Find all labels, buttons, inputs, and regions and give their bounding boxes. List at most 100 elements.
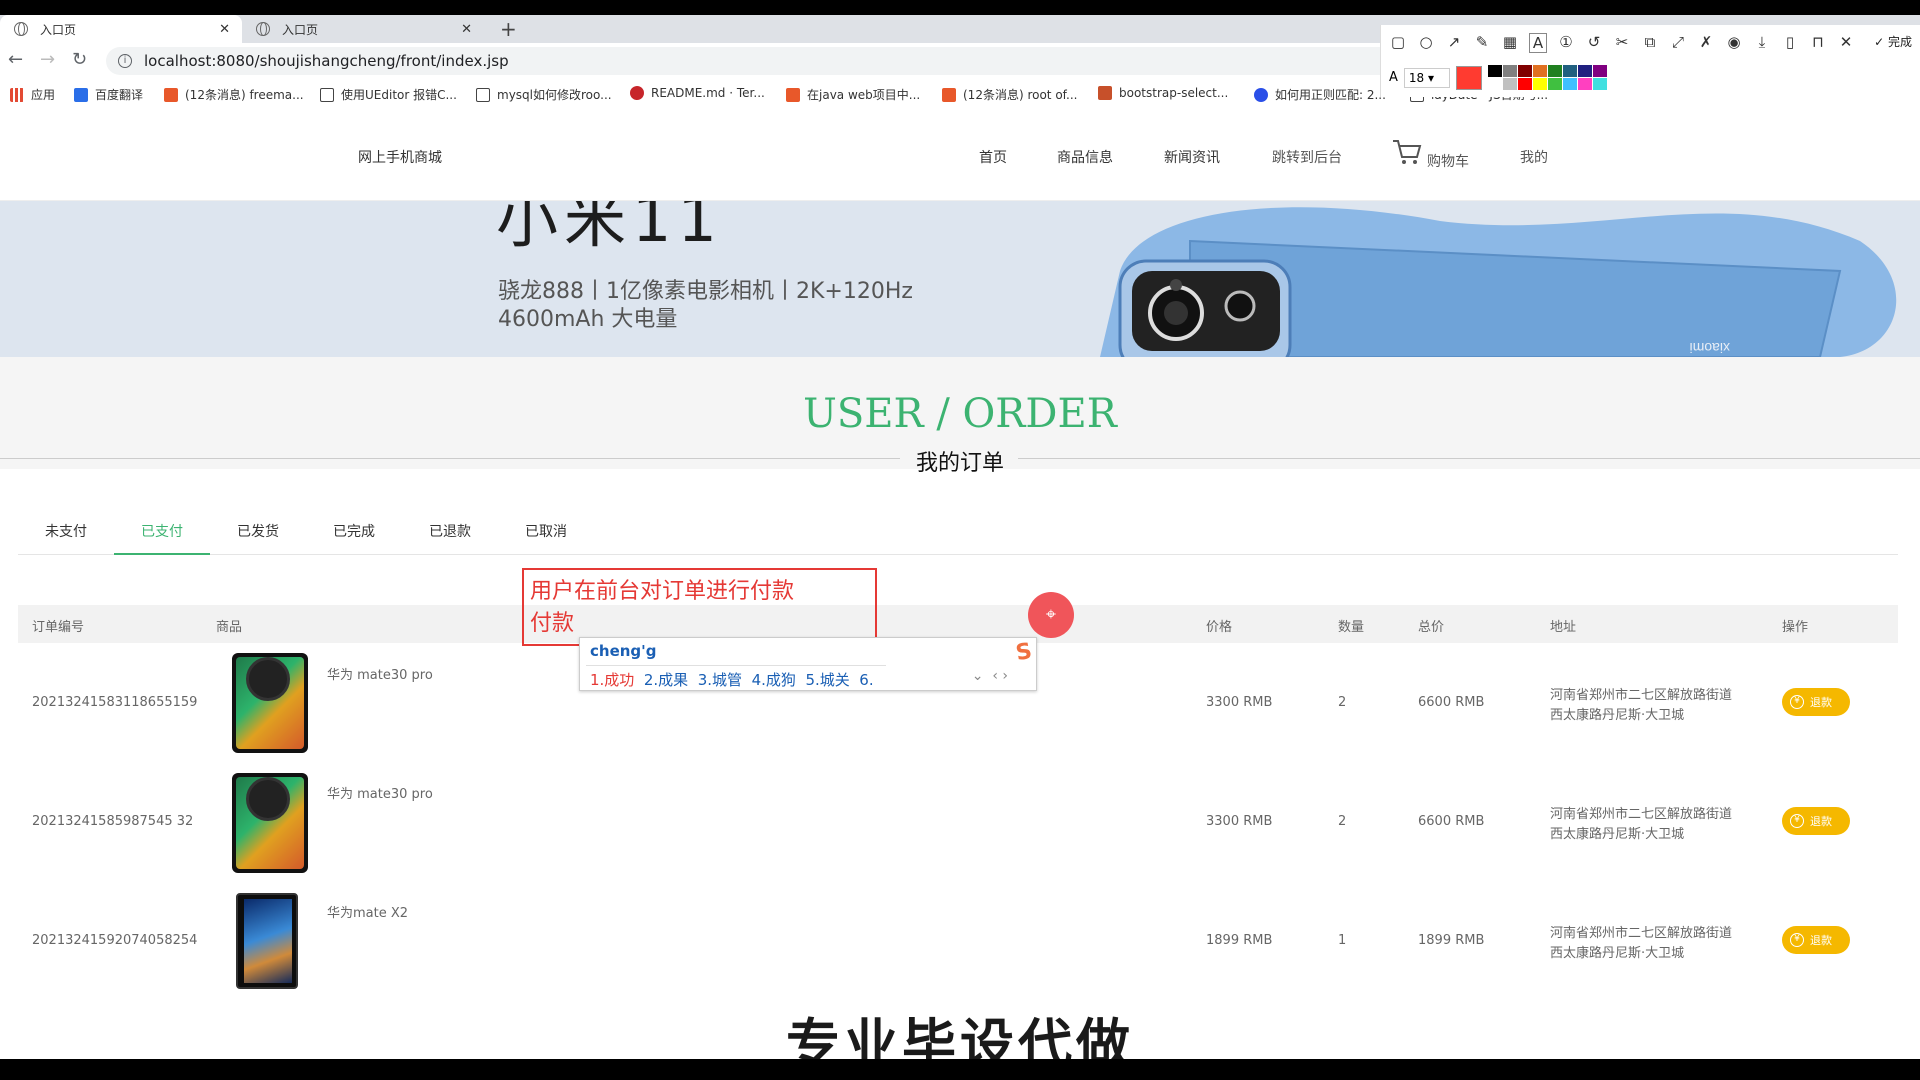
cart-icon[interactable] — [1392, 139, 1422, 165]
bookmark-item[interactable]: 如何用正则匹配: 2... — [1254, 86, 1386, 103]
tab-cancelled[interactable]: 已取消 — [498, 521, 594, 555]
color-swatch[interactable] — [1562, 78, 1577, 90]
nav-products[interactable]: 商品信息 — [1057, 147, 1113, 167]
pin-icon[interactable]: ✗ — [1697, 33, 1715, 53]
color-swatch[interactable] — [1547, 78, 1562, 90]
bookmark-item[interactable]: 百度翻译 — [74, 86, 143, 103]
bookmark-item[interactable]: 在java web项目中... — [786, 86, 920, 103]
color-swatch[interactable] — [1517, 65, 1532, 77]
mosaic-tool-icon[interactable]: ▦ — [1501, 33, 1519, 53]
header-price: 价格 — [1206, 620, 1233, 635]
bookmark-item[interactable]: (12条消息) freema... — [164, 86, 304, 103]
color-swatch[interactable] — [1592, 78, 1607, 90]
phone-icon[interactable]: ▯ — [1781, 33, 1799, 53]
download-icon[interactable]: ⤓ — [1753, 33, 1771, 53]
color-swatch[interactable] — [1562, 65, 1577, 77]
undo-icon[interactable]: ↺ — [1585, 33, 1603, 53]
banner-line2: 4600mAh 大电量 — [498, 307, 678, 332]
ime-candidate[interactable]: 3.城管 — [698, 671, 742, 689]
cut-icon[interactable]: ✂ — [1613, 33, 1631, 53]
ime-candidate[interactable]: 1.成功 — [590, 671, 634, 689]
tab-shipped[interactable]: 已发货 — [210, 521, 306, 555]
annotation-text-box[interactable]: 用户在前台对订单进行付款 付款 — [522, 568, 877, 646]
ime-candidate[interactable]: 5.城关 — [805, 671, 849, 689]
new-tab-button[interactable]: + — [500, 17, 517, 41]
reload-icon[interactable]: ↻ — [72, 49, 87, 70]
bookmark-item[interactable]: README.md · Ter... — [630, 86, 765, 100]
address-line2: 西太康路丹尼斯·大卫城 — [1550, 827, 1685, 842]
ime-page-arrows-icon[interactable]: ⌄ ‹ › — [972, 668, 1008, 684]
ime-input: cheng'g — [590, 642, 657, 660]
apps-grid-icon — [10, 87, 24, 102]
nav-cart[interactable]: 购物车 — [1427, 151, 1469, 171]
product-image[interactable] — [232, 653, 308, 753]
color-swatch[interactable] — [1532, 78, 1547, 90]
address-line1: 河南省郑州市二七区解放路街道 — [1550, 688, 1733, 703]
tab-refunded[interactable]: 已退款 — [402, 521, 498, 555]
promo-banner[interactable]: 小米11 骁龙888丨1亿像素电影相机丨2K+120Hz 4600mAh 大电量… — [0, 201, 1920, 357]
refund-button[interactable]: ¥ 退款 — [1782, 926, 1850, 954]
cancel-icon[interactable]: ✕ — [1837, 33, 1855, 53]
color-swatch[interactable] — [1502, 78, 1517, 90]
ime-candidate[interactable]: 4.成狗 — [752, 671, 796, 689]
address-bar[interactable]: i localhost:8080/shoujishangcheng/front/… — [106, 47, 1396, 75]
color-swatch[interactable] — [1577, 65, 1592, 77]
tab-paid[interactable]: 已支付 — [114, 521, 210, 555]
product-name[interactable]: 华为mate X2 — [327, 902, 408, 921]
color-swatch[interactable] — [1517, 78, 1532, 90]
forward-arrow-icon[interactable]: → — [40, 49, 55, 70]
browser-tab-1[interactable]: 入口页 ✕ — [0, 15, 242, 43]
ime-candidate[interactable]: 6. — [859, 671, 873, 689]
nav-mine[interactable]: 我的 — [1520, 147, 1548, 167]
rectangle-tool-icon[interactable]: ▢ — [1389, 33, 1407, 53]
arrow-tool-icon[interactable]: ↗ — [1445, 33, 1463, 53]
color-swatch[interactable] — [1532, 65, 1547, 77]
pen-tool-icon[interactable]: ✎ — [1473, 33, 1491, 53]
ime-candidate[interactable]: 2.成果 — [644, 671, 688, 689]
color-swatch[interactable] — [1577, 78, 1592, 90]
translate-icon[interactable]: ⧉ — [1641, 33, 1659, 53]
browser-tab-2[interactable]: 入口页 ✕ — [242, 15, 484, 43]
product-name[interactable]: 华为 mate30 pro — [327, 664, 433, 683]
tab-close-icon[interactable]: ✕ — [219, 22, 230, 37]
nav-home[interactable]: 首页 — [979, 147, 1007, 167]
header-action: 操作 — [1782, 620, 1809, 635]
tab-unpaid[interactable]: 未支付 — [18, 521, 114, 555]
bookmark-item[interactable]: 使用UEditor 报错C... — [320, 86, 457, 103]
done-button[interactable]: ✓ 完成 — [1874, 33, 1912, 50]
expand-icon[interactable]: ⤢ — [1669, 33, 1687, 53]
text-tool-icon[interactable]: A — [1529, 33, 1547, 53]
nav-news[interactable]: 新闻资讯 — [1164, 147, 1220, 167]
refund-button[interactable]: ¥ 退款 — [1782, 807, 1850, 835]
color-swatch[interactable] — [1487, 78, 1502, 90]
product-image[interactable] — [236, 893, 298, 989]
refund-button[interactable]: ¥ 退款 — [1782, 688, 1850, 716]
font-size-select[interactable]: 18 ▾ — [1403, 67, 1450, 88]
tab-close-icon[interactable]: ✕ — [461, 22, 472, 37]
address-line1: 河南省郑州市二七区解放路街道 — [1550, 807, 1733, 822]
bookmark-item[interactable]: bootstrap-select... — [1098, 86, 1228, 100]
current-color-swatch[interactable] — [1455, 65, 1482, 90]
address-line1: 河南省郑州市二七区解放路街道 — [1550, 926, 1733, 941]
screen: 入口页 ✕ 入口页 ✕ + ← → ↻ i localhost:8080/sho… — [0, 15, 1920, 1059]
color-swatch[interactable] — [1487, 65, 1502, 77]
back-arrow-icon[interactable]: ← — [8, 49, 23, 70]
ellipse-tool-icon[interactable]: ○ — [1417, 33, 1435, 53]
bookmark-item[interactable]: mysql如何修改roo... — [476, 86, 612, 103]
bookmark-icon[interactable]: ⊓ — [1809, 33, 1827, 53]
product-image[interactable] — [232, 773, 308, 873]
color-swatch[interactable] — [1502, 65, 1517, 77]
number-tool-icon[interactable]: ① — [1557, 33, 1575, 53]
bookmark-item[interactable]: (12条消息) root of... — [942, 86, 1077, 103]
bookmark-favicon — [1254, 87, 1268, 102]
product-name[interactable]: 华为 mate30 pro — [327, 783, 433, 802]
record-icon[interactable]: ◉ — [1725, 33, 1743, 53]
color-palette — [1487, 65, 1607, 90]
color-swatch[interactable] — [1592, 65, 1607, 77]
nav-admin[interactable]: 跳转到后台 — [1272, 147, 1342, 167]
tab-completed[interactable]: 已完成 — [306, 521, 402, 555]
bookmark-apps[interactable]: 应用 — [10, 86, 55, 103]
color-swatch[interactable] — [1547, 65, 1562, 77]
info-icon[interactable]: i — [118, 54, 132, 68]
site-logo[interactable]: 网上手机商城 — [358, 147, 442, 167]
